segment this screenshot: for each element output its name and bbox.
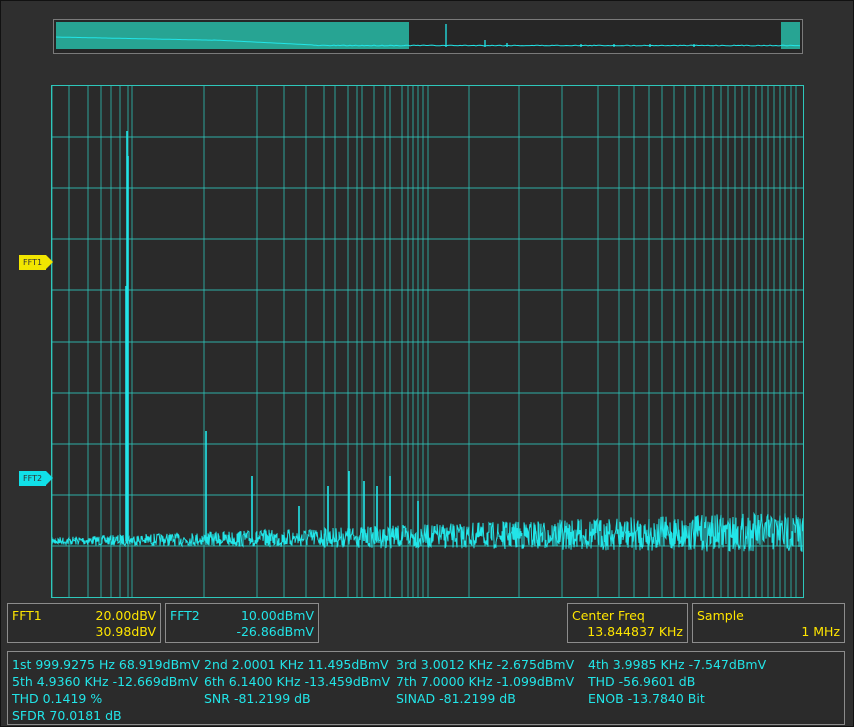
fft2-offset: -26.86dBmV — [236, 624, 314, 639]
fft2-settings-panel[interactable]: FFT2 10.00dBmV -26.86dBmV — [165, 603, 319, 643]
stat-thd-percent: THD 0.1419 % — [12, 691, 103, 706]
spectrum-plot[interactable] — [51, 85, 804, 598]
stat-6th-harmonic: 6th 6.1400 KHz -13.459dBmV — [204, 674, 391, 689]
stat-enob: ENOB -13.7840 Bit — [588, 691, 705, 706]
fft2-level-marker[interactable]: FFT2 — [19, 471, 53, 486]
spectrum-trace-area — [52, 86, 803, 597]
sample-rate-panel[interactable]: Sample 1 MHz — [692, 603, 845, 643]
fft1-offset: 30.98dBV — [95, 624, 156, 639]
sample-value: 1 MHz — [801, 624, 840, 639]
fft2-label: FFT2 — [170, 608, 200, 623]
stat-4th-harmonic: 4th 3.9985 KHz -7.547dBmV — [588, 657, 767, 672]
spectrum-overview[interactable] — [53, 19, 803, 54]
stat-3rd-harmonic: 3rd 3.0012 KHz -2.675dBmV — [396, 657, 575, 672]
overview-trace — [55, 22, 801, 49]
sample-label: Sample — [697, 608, 744, 623]
stat-sfdr: SFDR 70.0181 dB — [12, 708, 122, 723]
stat-5th-harmonic: 5th 4.9360 KHz -12.669dBmV — [12, 674, 199, 689]
harmonic-stats-panel: 1st 999.9275 Hz 68.919dBmV 2nd 2.0001 KH… — [7, 651, 845, 725]
stat-sinad: SINAD -81.2199 dB — [396, 691, 516, 706]
stat-2nd-harmonic: 2nd 2.0001 KHz 11.495dBmV — [204, 657, 389, 672]
stat-snr: SNR -81.2199 dB — [204, 691, 311, 706]
fft1-scale: 20.00dBV — [95, 608, 156, 623]
fft2-scale: 10.00dBmV — [240, 608, 314, 623]
fft1-label: FFT1 — [12, 608, 42, 623]
center-freq-label: Center Freq — [572, 608, 645, 623]
center-freq-value: 13.844837 KHz — [587, 624, 683, 639]
stat-7th-harmonic: 7th 7.0000 KHz -1.099dBmV — [396, 674, 575, 689]
stat-thd-db: THD -56.9601 dB — [588, 674, 696, 689]
center-freq-panel[interactable]: Center Freq 13.844837 KHz — [567, 603, 688, 643]
stat-1st-harmonic: 1st 999.9275 Hz 68.919dBmV — [12, 657, 200, 672]
fft1-level-marker[interactable]: FFT1 — [19, 255, 53, 270]
fft1-settings-panel[interactable]: FFT1 20.00dBV 30.98dBV — [7, 603, 161, 643]
